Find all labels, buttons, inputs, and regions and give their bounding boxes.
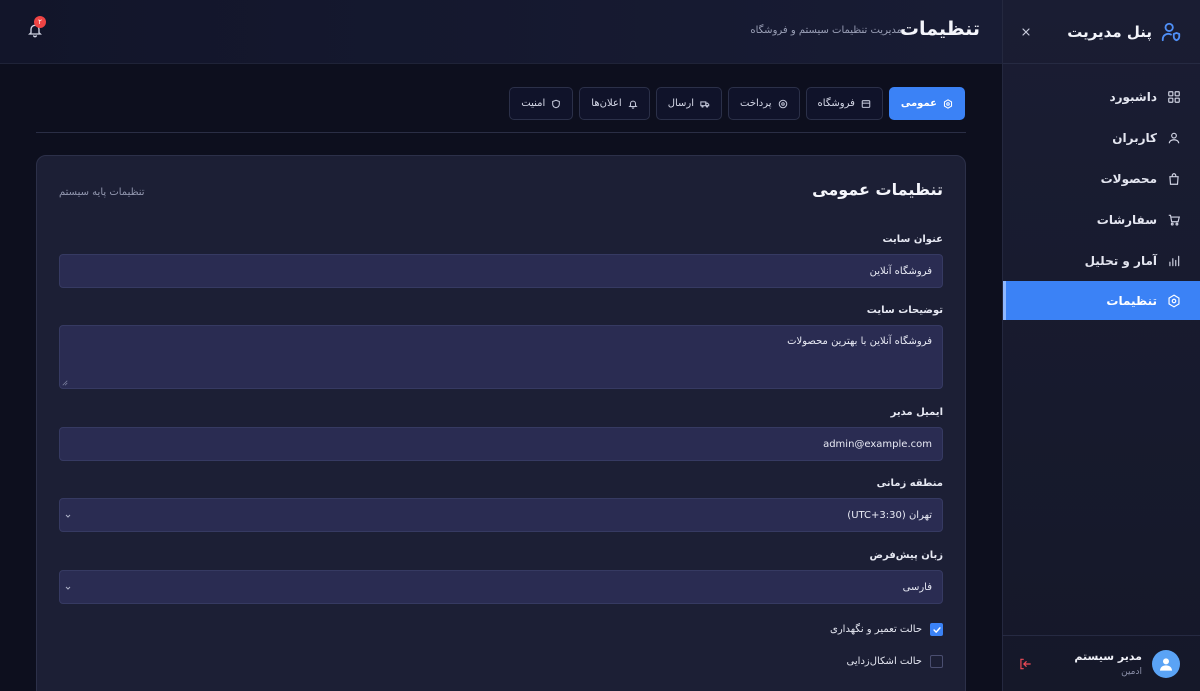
tab-label: پرداخت <box>740 98 772 109</box>
debug-mode-checkbox[interactable] <box>930 655 943 668</box>
site-title-label: عنوان سایت <box>882 234 943 245</box>
admin-email-field[interactable]: admin@example.com <box>59 427 943 461</box>
cart-icon <box>1167 213 1181 227</box>
sidebar-title: پنل مدیریت <box>1067 22 1152 41</box>
store-icon <box>861 99 871 109</box>
close-icon[interactable] <box>1017 23 1035 41</box>
general-settings-card: تنظیمات عمومی تنظیمات پایه سیستم عنوان س… <box>36 155 966 691</box>
admin-email-label: ایمیل مدیر <box>890 407 943 418</box>
user-role: ادمین <box>1121 667 1142 677</box>
user-name: مدیر سیستم <box>1074 650 1142 663</box>
settings-icon <box>943 98 953 109</box>
sidebar-item-label: آمار و تحلیل <box>1084 253 1157 268</box>
sidebar-item-label: سفارشات <box>1096 212 1157 227</box>
tab-label: ارسال <box>667 98 694 109</box>
sidebar-item-label: محصولات <box>1100 171 1157 186</box>
logout-icon[interactable] <box>1018 657 1032 671</box>
bag-icon <box>1167 172 1181 186</box>
site-title-value: فروشگاه آنلاین <box>869 265 932 277</box>
sidebar-item-products[interactable]: محصولات <box>1003 158 1200 199</box>
language-select[interactable]: فارسی <box>59 570 943 604</box>
user-profile: مدیر سیستم ادمین <box>1002 635 1200 691</box>
site-description-textarea[interactable]: فروشگاه آنلاین با بهترین محصولات <box>59 325 943 389</box>
sidebar-item-label: داشبورد <box>1109 89 1157 104</box>
tab-general[interactable]: عمومی <box>888 87 965 120</box>
notification-badge: ۲ <box>34 16 46 28</box>
maintenance-mode-row: حالت تعمیر و نگهداری <box>830 623 943 636</box>
card-title: تنظیمات عمومی <box>812 180 943 199</box>
chevron-down-icon <box>64 584 72 592</box>
tabs-divider <box>36 132 966 133</box>
tab-notifications[interactable]: اعلان‌ها <box>579 87 650 120</box>
sidebar-item-dashboard[interactable]: داشبورد <box>1003 76 1200 117</box>
sidebar-item-analytics[interactable]: آمار و تحلیل <box>1003 240 1200 281</box>
chart-icon <box>1167 254 1181 268</box>
language-value: فارسی <box>902 581 932 593</box>
timezone-label: منطقه زمانی <box>876 478 943 489</box>
sidebar-item-users[interactable]: کاربران <box>1003 117 1200 158</box>
timezone-value: تهران (UTC+3:30) <box>847 509 932 521</box>
top-header: تنظیمات مدیریت تنظیمات سیستم و فروشگاه ۲ <box>0 0 1002 64</box>
user-shield-icon <box>1160 21 1182 43</box>
site-description-value: فروشگاه آنلاین با بهترین محصولات <box>787 336 932 347</box>
site-description-label: توضیحات سایت <box>866 305 943 316</box>
tab-store[interactable]: فروشگاه <box>805 87 883 120</box>
maintenance-mode-label: حالت تعمیر و نگهداری <box>830 624 922 635</box>
sidebar-item-label: کاربران <box>1112 130 1157 145</box>
sidebar-brand: پنل مدیریت <box>1067 21 1182 43</box>
timezone-select[interactable]: تهران (UTC+3:30) <box>59 498 943 532</box>
payment-icon <box>778 99 788 109</box>
chevron-down-icon <box>64 512 72 520</box>
settings-icon <box>1167 293 1181 308</box>
page-title: تنظیمات <box>899 18 980 40</box>
sidebar-header: پنل مدیریت <box>1003 0 1200 64</box>
sidebar-nav: داشبورد کاربران محصولات سفارشات آمار و ت… <box>1003 76 1200 320</box>
debug-mode-label: حالت اشکال‌زدایی <box>846 656 922 667</box>
settings-tabs: عمومی فروشگاه پرداخت ارسال اعلان‌ها امنی… <box>509 87 965 120</box>
truck-icon <box>700 99 710 109</box>
dashboard-icon <box>1167 90 1181 104</box>
avatar[interactable] <box>1152 649 1180 678</box>
maintenance-mode-checkbox[interactable] <box>930 623 943 636</box>
user-icon <box>1167 131 1181 145</box>
tab-label: عمومی <box>900 98 937 109</box>
sidebar-item-orders[interactable]: سفارشات <box>1003 199 1200 240</box>
site-title-input[interactable]: فروشگاه آنلاین <box>59 254 943 288</box>
resize-handle-icon[interactable] <box>62 380 68 386</box>
sidebar: پنل مدیریت داشبورد کاربران محصولات سفارش… <box>1002 0 1200 691</box>
debug-mode-row: حالت اشکال‌زدایی <box>847 655 943 668</box>
bell-icon <box>628 99 638 109</box>
card-subtitle: تنظیمات پایه سیستم <box>59 187 145 198</box>
tab-shipping[interactable]: ارسال <box>655 87 722 120</box>
page-subtitle: مدیریت تنظیمات سیستم و فروشگاه <box>750 25 902 36</box>
user-info: مدیر سیستم ادمین <box>1042 650 1142 677</box>
admin-email-value: admin@example.com <box>823 438 932 450</box>
tab-label: امنیت <box>521 98 546 109</box>
tab-payment[interactable]: پرداخت <box>728 87 800 120</box>
tab-label: اعلان‌ها <box>591 98 622 109</box>
shield-icon <box>551 99 561 109</box>
language-label: زبان پیش‌فرض <box>869 550 943 561</box>
tab-label: فروشگاه <box>817 98 855 109</box>
sidebar-item-settings[interactable]: تنظیمات <box>1003 281 1200 320</box>
tab-security[interactable]: امنیت <box>509 87 574 120</box>
sidebar-item-label: تنظیمات <box>1106 293 1157 308</box>
